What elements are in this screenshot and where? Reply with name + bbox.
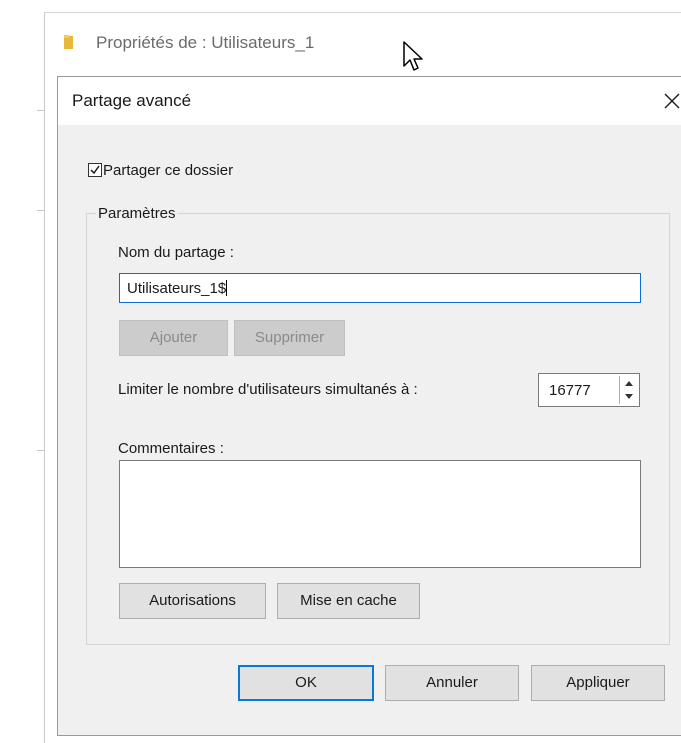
share-name-label: Nom du partage : <box>118 244 234 261</box>
caching-button[interactable]: Mise en cache <box>277 583 420 619</box>
comments-label: Commentaires : <box>118 440 224 457</box>
remove-share-button[interactable]: Supprimer <box>234 320 345 356</box>
folder-icon <box>64 35 73 49</box>
share-folder-label[interactable]: Partager ce dossier <box>103 162 233 179</box>
ok-button[interactable]: OK <box>238 665 374 701</box>
dialog-title: Partage avancé <box>72 91 192 110</box>
user-limit-value: 16777 <box>549 382 591 399</box>
share-name-input[interactable]: Utilisateurs_1$ <box>119 273 641 303</box>
text-caret <box>226 280 228 296</box>
properties-window-title: Propriétés de : Utilisateurs_1 <box>96 33 315 52</box>
spin-up-icon[interactable] <box>620 376 638 390</box>
user-limit-spinner[interactable]: 16777 <box>538 373 640 407</box>
comments-textarea[interactable] <box>119 460 641 568</box>
user-limit-label: Limiter le nombre d'utilisateurs simulta… <box>118 381 418 398</box>
share-name-value: Utilisateurs_1$ <box>127 280 227 297</box>
spin-down-icon[interactable] <box>620 390 638 404</box>
checkmark-icon <box>90 165 100 175</box>
dialog-titlebar: Partage avancé <box>58 77 681 125</box>
close-icon[interactable] <box>656 85 681 117</box>
apply-button[interactable]: Appliquer <box>531 665 665 701</box>
cancel-button[interactable]: Annuler <box>385 665 519 701</box>
add-share-button[interactable]: Ajouter <box>119 320 228 356</box>
permissions-button[interactable]: Autorisations <box>119 583 266 619</box>
spinner-buttons <box>619 376 638 404</box>
settings-group-label: Paramètres <box>96 205 178 222</box>
mouse-pointer-icon <box>403 41 423 71</box>
share-folder-checkbox[interactable] <box>88 163 102 177</box>
advanced-sharing-dialog: Partage avancé Partager ce dossier Param… <box>57 76 681 736</box>
